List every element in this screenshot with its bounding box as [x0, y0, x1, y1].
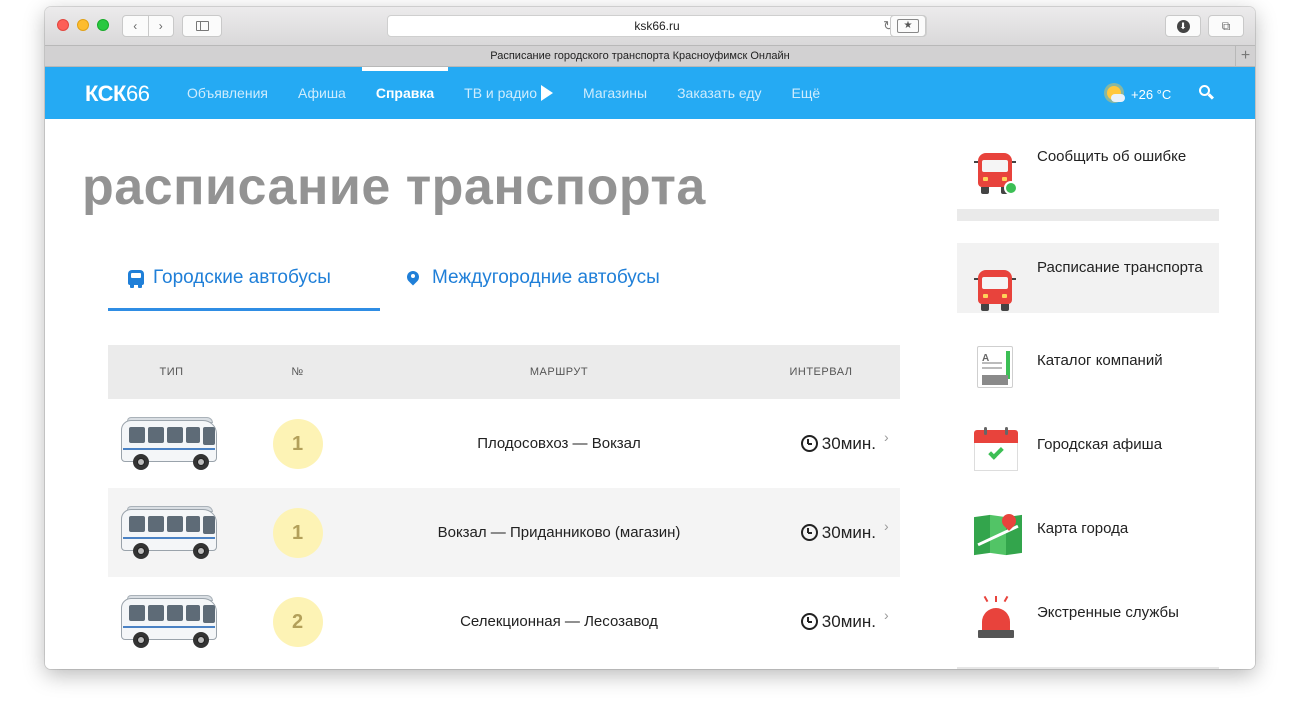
site-navbar: КСК66 Объявления Афиша Справка ТВ и ради…: [45, 67, 1255, 119]
bus-image: [119, 505, 221, 561]
logo-bold-text: КСК: [85, 81, 126, 106]
chevron-right-icon[interactable]: ›: [884, 429, 900, 445]
table-row[interactable]: 1 Плодосовхоз — Вокзал 30мин. ›: [108, 399, 900, 488]
chevron-right-icon[interactable]: ›: [884, 607, 900, 623]
sidebar-toggle-button[interactable]: [182, 15, 222, 37]
route-number-badge: 2: [272, 596, 323, 647]
right-sidebar: Сообщить об ошибке Расписание транспорта…: [957, 119, 1219, 669]
logo-thin-text: 66: [125, 81, 150, 106]
download-icon: ⬇: [1176, 19, 1190, 33]
bookmark-icon: ★: [897, 19, 919, 33]
route-name: Вокзал — Приданниково (магазин): [437, 524, 681, 541]
schedule-table: ТИП № МАРШРУТ ИНТЕРВАЛ 1 Плодосовхоз — В…: [108, 345, 900, 666]
maximize-window-button[interactable]: [97, 19, 109, 31]
weather-temperature: +26 °C: [1131, 86, 1172, 102]
sidebar-item-transport[interactable]: Расписание транспорта: [957, 243, 1219, 313]
minimize-window-button[interactable]: [77, 19, 89, 31]
close-window-button[interactable]: [57, 19, 69, 31]
interval-value: 30мин.: [821, 433, 876, 453]
tab-intercity-buses-label: Междугородние автобусы: [432, 267, 660, 288]
menu-item-more[interactable]: Ещё: [778, 67, 835, 119]
sidebar-item-label: Карта города: [1037, 520, 1129, 537]
back-button[interactable]: ‹: [123, 19, 148, 33]
route-name: Плодосовхоз — Вокзал: [477, 435, 641, 452]
bus-icon: [128, 270, 144, 288]
forward-button[interactable]: ›: [149, 19, 174, 33]
browser-toolbar: ‹ › ksk66.ru ↻ ★ ⬇ ⧉: [45, 7, 1255, 45]
tabs-icon: ⧉: [1221, 18, 1231, 33]
menu-item-food-order[interactable]: Заказать еду: [663, 67, 775, 119]
header-number: №: [291, 366, 304, 378]
weather-widget[interactable]: +26 °C: [1103, 83, 1171, 105]
header-interval: ИНТЕРВАЛ: [789, 366, 853, 378]
site-logo[interactable]: КСК66: [85, 81, 150, 107]
siren-icon: [974, 594, 1018, 640]
table-row[interactable]: 1 Вокзал — Приданниково (магазин) 30мин.…: [108, 488, 900, 577]
sidebar-item-label: Экстренные службы: [1037, 604, 1179, 621]
sidebar-item-label: Расписание транспорта: [1037, 259, 1203, 276]
sidebar-item-catalog[interactable]: A Каталог компаний: [957, 333, 1219, 389]
header-route: МАРШРУТ: [529, 366, 589, 378]
route-number-badge: 1: [272, 418, 323, 469]
main-menu: Объявления Афиша Справка ТВ и радио Мага…: [187, 67, 836, 119]
header-type: ТИП: [159, 366, 184, 378]
sidebar-item-label: Каталог компаний: [1037, 352, 1163, 369]
menu-item-ads[interactable]: Объявления: [187, 67, 282, 119]
interval-value: 30мин.: [821, 522, 876, 542]
menu-item-tv-radio[interactable]: ТВ и радио: [450, 67, 567, 119]
history-nav: ‹ ›: [122, 15, 174, 37]
tab-city-buses[interactable]: Городские автобусы: [108, 267, 380, 311]
tab-city-buses-label: Городские автобусы: [153, 267, 331, 288]
bookmark-button[interactable]: ★: [890, 15, 926, 37]
menu-item-shops[interactable]: Магазины: [569, 67, 661, 119]
play-icon: [541, 85, 553, 101]
route-name: Селекционная — Лесозавод: [460, 613, 658, 630]
bus-image: [119, 594, 221, 650]
tab-bar: Расписание городского транспорта Красноу…: [45, 45, 1255, 67]
menu-item-events[interactable]: Афиша: [284, 67, 360, 119]
new-tab-button[interactable]: +: [1235, 46, 1255, 66]
sidebar-icon: [195, 21, 209, 31]
bus-image: [119, 416, 221, 472]
tab-title[interactable]: Расписание городского транспорта Красноу…: [45, 46, 1235, 66]
table-row[interactable]: 2 Селекционная — Лесозавод 30мин. ›: [108, 577, 900, 666]
menu-item-tv-radio-label: ТВ и радио: [464, 85, 537, 101]
page-title: расписание транспорта: [82, 158, 706, 216]
report-error-link[interactable]: Сообщить об ошибке: [957, 135, 1219, 195]
sidebar-item-emergency[interactable]: Экстренные службы: [957, 583, 1219, 643]
bus-icon: [974, 268, 1016, 312]
search-icon[interactable]: [1199, 85, 1215, 100]
table-header: ТИП № МАРШРУТ ИНТЕРВАЛ: [108, 345, 900, 399]
browser-window: ‹ › ksk66.ru ↻ ★ ⬇ ⧉ Расписание городско…: [45, 7, 1255, 669]
map-icon: [974, 511, 1022, 556]
route-number-badge: 1: [272, 507, 323, 558]
map-pin-icon: [404, 268, 422, 287]
url-text: ksk66.ru: [634, 19, 680, 33]
partly-sunny-icon: [1103, 83, 1125, 105]
chevron-right-icon[interactable]: ›: [884, 518, 900, 534]
sidebar-item-label: Городская афиша: [1037, 436, 1163, 453]
downloads-button[interactable]: ⬇: [1165, 15, 1201, 37]
menu-item-reference[interactable]: Справка: [361, 67, 449, 119]
sidebar-bottom-divider: [957, 667, 1219, 669]
sidebar-divider: [957, 209, 1219, 221]
sidebar-item-events[interactable]: Городская афиша: [957, 417, 1219, 473]
bus-error-icon: [974, 151, 1018, 195]
calendar-icon: [974, 427, 1018, 471]
address-bar[interactable]: ksk66.ru ↻: [387, 15, 927, 37]
catalog-icon: A: [977, 346, 1013, 388]
clock-icon: [800, 524, 818, 541]
interval-value: 30мин.: [821, 611, 876, 631]
sidebar-item-map[interactable]: Карта города: [957, 501, 1219, 557]
tab-overview-button[interactable]: ⧉: [1208, 15, 1244, 37]
report-error-label: Сообщить об ошибке: [1037, 148, 1187, 165]
tab-intercity-buses[interactable]: Междугородние автобусы: [404, 267, 660, 311]
clock-icon: [800, 435, 818, 452]
clock-icon: [800, 613, 818, 630]
